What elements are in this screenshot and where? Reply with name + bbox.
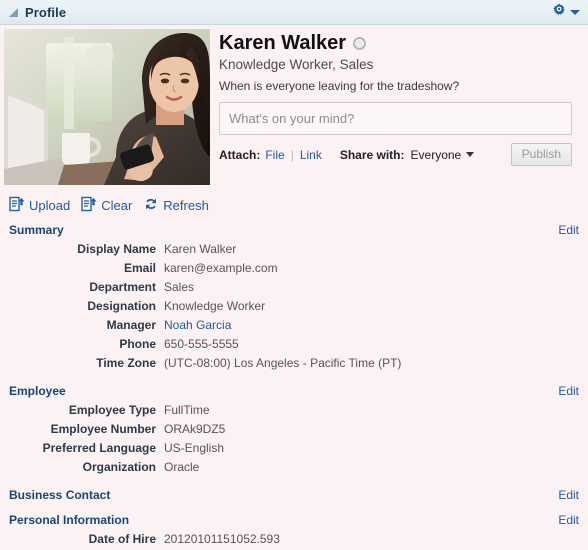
profile-header-panel: Karen Walker Knowledge Worker, Sales Whe… — [0, 25, 588, 185]
field-label: Employee Type — [68, 403, 156, 417]
share-with-group: Share with: Everyone — [339, 147, 475, 162]
field-value: 650-555-5555 — [164, 337, 239, 351]
field-row: Email karen@example.com — [9, 259, 579, 278]
field-value: karen@example.com — [164, 261, 278, 275]
field-value: Oracle — [164, 460, 200, 474]
profile-subtitle: Knowledge Worker, Sales — [219, 57, 374, 72]
page-title: Profile — [25, 4, 67, 20]
section-title: Personal Information — [9, 513, 130, 527]
clear-button[interactable]: Clear — [81, 196, 132, 215]
section-rows-personal-information: Date of Hire 20120101151052.593 — [9, 530, 579, 549]
attach-label: Attach: — [219, 147, 261, 162]
field-row: Phone 650-555-5555 — [9, 335, 579, 354]
composer-placeholder: What's on your mind? — [229, 111, 355, 126]
profile-name-row: Karen Walker — [219, 32, 588, 54]
share-with-label: Share with: — [339, 147, 405, 162]
field-row: Preferred Language US-English — [9, 439, 579, 458]
section-header-summary: Summary Edit — [9, 223, 579, 237]
field-row: Department Sales — [9, 278, 579, 297]
edit-business-contact-link[interactable]: Edit — [558, 488, 579, 502]
profile-status-message: When is everyone leaving for the tradesh… — [219, 79, 460, 93]
field-row: Date of Hire 20120101151052.593 — [9, 530, 579, 549]
field-value: US-English — [164, 441, 225, 455]
field-value: FullTime — [164, 403, 210, 417]
attach-link-link[interactable]: Link — [300, 148, 322, 162]
refresh-button[interactable]: Refresh — [143, 196, 209, 215]
woman-at-laptop-photo — [4, 29, 210, 185]
field-value: ORAk9DZ5 — [164, 422, 226, 436]
field-label: Preferred Language — [42, 441, 156, 455]
edit-employee-link[interactable]: Edit — [558, 384, 579, 398]
edit-personal-information-link[interactable]: Edit — [558, 513, 579, 527]
section-title: Employee — [9, 384, 66, 398]
section-header-personal-information: Personal Information Edit — [9, 513, 579, 527]
triangle-collapse-icon[interactable] — [9, 7, 18, 17]
field-row: Organization Oracle — [9, 458, 579, 477]
field-value: (UTC-08:00) Los Angeles - Pacific Time (… — [164, 356, 402, 370]
chevron-down-icon — [466, 152, 475, 157]
field-label: Time Zone — [96, 356, 156, 370]
field-value: Knowledge Worker — [164, 299, 266, 313]
field-label: Display Name — [77, 242, 156, 256]
share-with-dropdown[interactable]: Everyone — [411, 148, 475, 162]
field-value: Karen Walker — [164, 242, 237, 256]
edit-summary-link[interactable]: Edit — [558, 223, 579, 237]
field-row: Designation Knowledge Worker — [9, 297, 579, 316]
presence-indicator-icon[interactable] — [353, 36, 367, 50]
field-value: 20120101151052.593 — [164, 532, 280, 546]
field-label: Designation — [87, 299, 156, 313]
field-value: Sales — [164, 280, 195, 294]
document-upload-icon — [9, 196, 25, 215]
refresh-icon — [143, 196, 159, 215]
field-row: Employee Type FullTime — [9, 401, 579, 420]
section-rows-employee: Employee Type FullTime Employee Number O… — [9, 401, 579, 477]
section-title: Business Contact — [9, 488, 111, 502]
field-row: Manager Noah Garcia — [9, 316, 579, 335]
profile-name: Karen Walker — [219, 32, 347, 54]
field-row: Time Zone (UTC-08:00) Los Angeles - Paci… — [9, 354, 579, 373]
composer-input[interactable]: What's on your mind? — [219, 102, 572, 135]
separator: | — [290, 147, 294, 162]
chevron-down-icon — [570, 9, 580, 15]
field-label: Employee Number — [50, 422, 156, 436]
section-header-business-contact: Business Contact Edit — [9, 488, 579, 502]
clear-label: Clear — [101, 198, 133, 213]
field-label: Phone — [119, 337, 156, 351]
gear-icon — [552, 3, 567, 21]
field-label: Email — [123, 261, 156, 275]
section-title: Summary — [9, 223, 64, 237]
share-with-value: Everyone — [410, 147, 462, 162]
field-label: Organization — [82, 460, 156, 474]
window-titlebar: Profile — [0, 0, 588, 25]
upload-label: Upload — [29, 198, 71, 213]
profile-info-column: Karen Walker Knowledge Worker, Sales Whe… — [210, 29, 588, 185]
composer-action-row: Attach: File | Link Share with: Everyone… — [219, 143, 572, 166]
upload-button[interactable]: Upload — [9, 196, 70, 215]
field-label: Manager — [106, 318, 156, 332]
settings-menu-button[interactable] — [552, 3, 580, 21]
field-row: Employee Number ORAk9DZ5 — [9, 420, 579, 439]
refresh-label: Refresh — [163, 198, 209, 213]
attach-file-link[interactable]: File — [265, 148, 284, 162]
manager-link[interactable]: Noah Garcia — [164, 316, 231, 335]
publish-button[interactable]: Publish — [510, 143, 572, 166]
document-clear-icon — [81, 196, 97, 215]
section-header-employee: Employee Edit — [9, 384, 579, 398]
photo-toolbar: Upload Clear Refresh — [0, 196, 588, 215]
profile-photo[interactable] — [4, 29, 210, 185]
field-label: Department — [89, 280, 156, 294]
profile-sections: Summary Edit Display Name Karen Walker E… — [0, 223, 588, 549]
field-label: Date of Hire — [88, 532, 156, 546]
section-rows-summary: Display Name Karen Walker Email karen@ex… — [9, 240, 579, 373]
field-row: Display Name Karen Walker — [9, 240, 579, 259]
